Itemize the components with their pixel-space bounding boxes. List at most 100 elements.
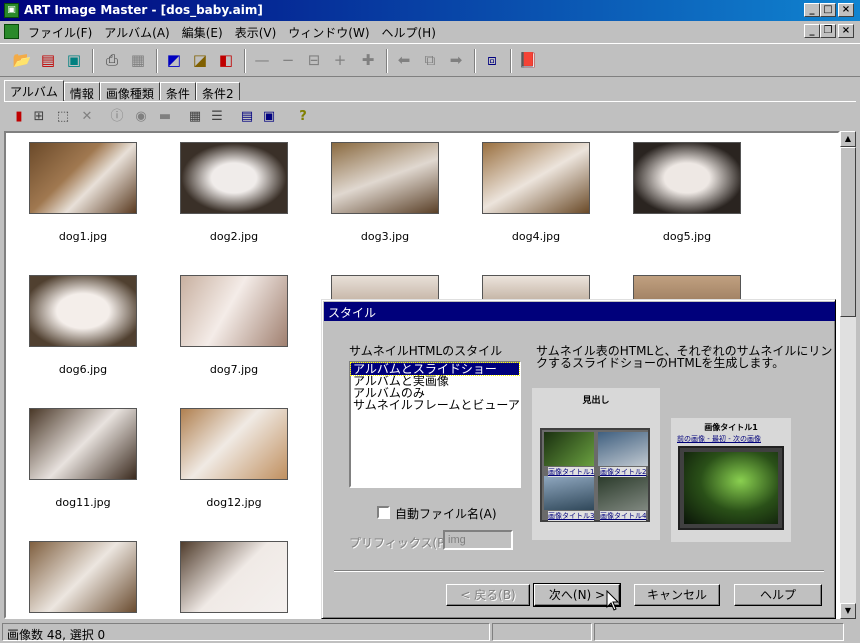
prefix-label: プリフィックス(P): [349, 536, 450, 550]
album-button[interactable]: ▤: [38, 50, 60, 72]
save-button[interactable]: ▣: [64, 50, 86, 72]
toolbar-separator: [510, 49, 512, 73]
scroll-up-button[interactable]: ▲: [840, 131, 856, 147]
minus-icon: −: [281, 51, 295, 69]
thumbnail-item[interactable]: dog7.jpg: [180, 275, 288, 376]
style-listbox[interactable]: アルバムとスライドショー アルバムと実画像 アルバムのみ サムネイルフレームとビ…: [349, 361, 521, 488]
menu-edit[interactable]: 編集(E): [176, 24, 229, 41]
thumbnail-image: [29, 408, 137, 480]
book-button[interactable]: 📕: [518, 50, 540, 72]
auto-filename-checkbox[interactable]: [377, 506, 390, 519]
slide-preview: 画像タイトル1 前の画像 - 最初 - 次の画像: [671, 418, 791, 542]
print-button[interactable]: ⎙: [102, 50, 124, 72]
preview-caption: 画像タイトル1: [548, 467, 595, 477]
thumbnail-item[interactable]: [29, 541, 137, 613]
mdi-close-button[interactable]: ×: [838, 24, 854, 38]
thumbnail-item[interactable]: dog3.jpg: [331, 142, 439, 243]
thumbnail-image: [482, 142, 590, 214]
thumbnail-item[interactable]: dog4.jpg: [482, 142, 590, 243]
scroll-thumb[interactable]: [840, 147, 856, 317]
help-icon[interactable]: ?: [294, 108, 312, 126]
zoom-out-large-button[interactable]: —: [252, 50, 274, 72]
scroll-down-button[interactable]: ▼: [840, 603, 856, 619]
preview-photo: [544, 476, 594, 510]
calendar-icon[interactable]: ▤: [238, 108, 256, 126]
menu-view[interactable]: 表示(V): [229, 24, 283, 41]
previous-button[interactable]: ⬅: [394, 50, 416, 72]
thumbnail-caption: dog2.jpg: [209, 230, 259, 243]
back-button[interactable]: < 戻る(B): [446, 584, 530, 606]
menu-help[interactable]: ヘルプ(H): [376, 24, 442, 41]
next-button[interactable]: ➡: [446, 50, 468, 72]
style-list-label: サムネイルHTMLのスタイル: [349, 344, 503, 358]
thumbnail-item[interactable]: dog6.jpg: [29, 275, 137, 376]
thumbnail-item[interactable]: dog5.jpg: [633, 142, 741, 243]
print-preview-button[interactable]: ▦: [128, 50, 150, 72]
plus-icon: ✚: [361, 51, 375, 69]
compare-button[interactable]: ⧉: [420, 50, 442, 72]
thumbnail-caption: dog11.jpg: [55, 496, 111, 509]
preview-caption: 画像タイトル2: [600, 467, 647, 477]
tab-condition2[interactable]: 条件2: [195, 82, 240, 101]
save-disk-icon: ▣: [66, 51, 82, 69]
thumbnail-item[interactable]: dog2.jpg: [180, 142, 288, 243]
document-icon[interactable]: [4, 24, 19, 39]
slide-preview-nav: 前の画像 - 最初 - 次の画像: [677, 435, 761, 443]
prefix-input[interactable]: [443, 530, 513, 550]
convert-button[interactable]: ◪: [190, 50, 212, 72]
tab-album[interactable]: アルバム: [4, 80, 64, 101]
thumbnail-item[interactable]: [180, 541, 288, 613]
style-option[interactable]: サムネイルフレームとビューア: [351, 399, 520, 411]
tab-condition[interactable]: 条件: [159, 82, 196, 101]
title-bar: ▣ ART Image Master - [dos_baby.aim] _ □ …: [0, 0, 860, 21]
thumbnail-caption: dog4.jpg: [511, 230, 561, 243]
list-view-icon[interactable]: ☰: [208, 108, 226, 126]
status-pane: [492, 623, 592, 641]
slideshow-button[interactable]: ⧈: [482, 50, 504, 72]
delete-icon[interactable]: ✕: [78, 108, 96, 126]
zoom-in-button[interactable]: +: [330, 50, 352, 72]
description-line-2: クするスライドショーのHTMLを生成します。: [536, 356, 785, 370]
thumbnail-item[interactable]: dog1.jpg: [29, 142, 137, 243]
mdi-minimize-button[interactable]: _: [804, 24, 820, 38]
menu-file[interactable]: ファイル(F): [22, 24, 98, 41]
fit-button[interactable]: ⊟: [304, 50, 326, 72]
tree-view-icon[interactable]: ⊞: [30, 108, 48, 126]
properties-icon[interactable]: ▣: [260, 108, 278, 126]
slide-preview-frame: [678, 446, 784, 530]
album-new-icon[interactable]: ▮: [10, 108, 28, 126]
thumbnail-item[interactable]: dog12.jpg: [180, 408, 288, 509]
book-icon: 📕: [518, 51, 538, 69]
mouse-cursor-icon: [606, 590, 620, 611]
open-folder-button[interactable]: 📂: [12, 50, 34, 72]
tab-info[interactable]: 情報: [63, 82, 100, 101]
help-button[interactable]: ヘルプ: [734, 584, 822, 606]
color-icon[interactable]: ◉: [132, 108, 150, 126]
large-icons-view-icon[interactable]: ▦: [186, 108, 204, 126]
export-html-button[interactable]: ◩: [164, 50, 186, 72]
tab-image-type[interactable]: 画像種類: [99, 82, 160, 101]
mdi-restore-button[interactable]: ❐: [820, 24, 836, 38]
vertical-scrollbar[interactable]: ▲ ▼: [840, 131, 856, 619]
slideshow-icon: ⧈: [487, 51, 497, 69]
filmstrip-icon[interactable]: ▬: [156, 108, 174, 126]
menu-window[interactable]: ウィンドウ(W): [282, 24, 375, 41]
close-button[interactable]: ×: [838, 3, 854, 17]
app-icon: ▣: [4, 3, 19, 18]
cancel-button[interactable]: キャンセル: [634, 584, 720, 606]
resize-button[interactable]: ◧: [216, 50, 238, 72]
info-icon[interactable]: ⓘ: [108, 108, 126, 126]
select-rect-icon[interactable]: ⬚: [54, 108, 72, 126]
preview-caption: 画像タイトル4: [600, 511, 647, 521]
zoom-in-large-button[interactable]: ✚: [358, 50, 380, 72]
thumbnail-caption: dog7.jpg: [209, 363, 259, 376]
menu-album[interactable]: アルバム(A): [98, 24, 175, 41]
zoom-out-button[interactable]: −: [278, 50, 300, 72]
minimize-button[interactable]: _: [804, 3, 820, 17]
thumbnail-item[interactable]: dog11.jpg: [29, 408, 137, 509]
slide-preview-title: 画像タイトル1: [704, 423, 758, 432]
maximize-button[interactable]: □: [820, 3, 836, 17]
preview-heading: 見出し: [582, 396, 610, 406]
thumbnail-image: [180, 142, 288, 214]
status-bar: 画像数 48, 選択 0: [0, 621, 860, 642]
